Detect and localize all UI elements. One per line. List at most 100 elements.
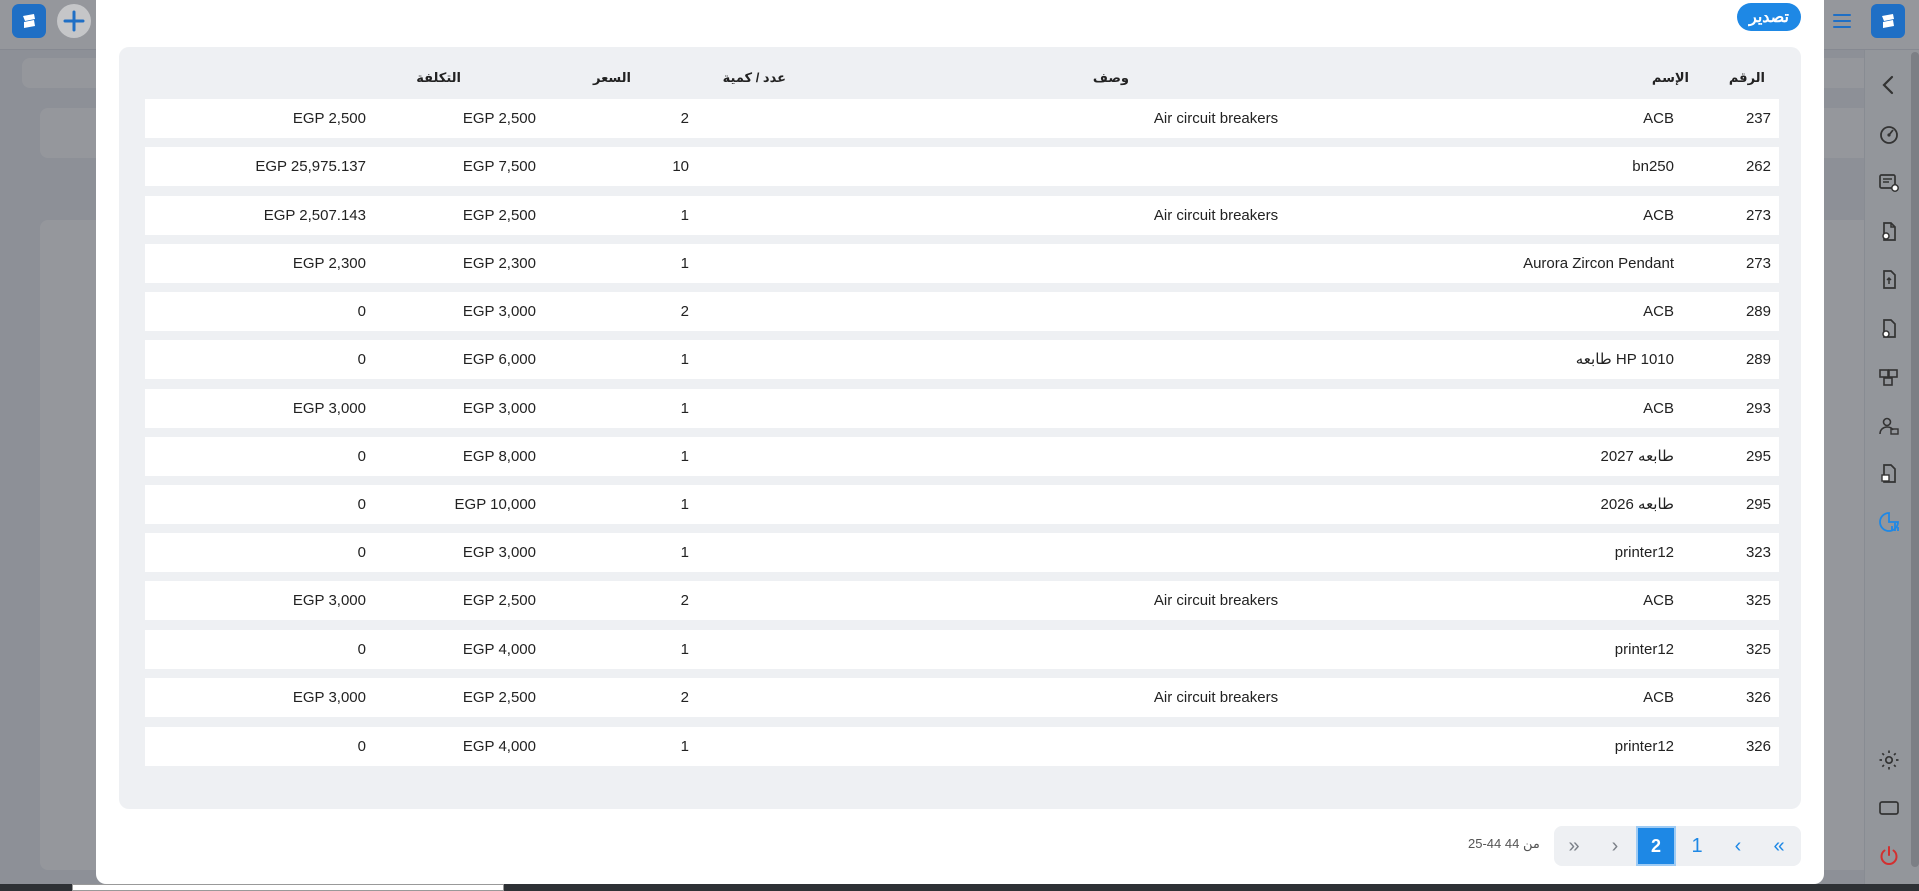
purchase-icon[interactable] — [1872, 457, 1906, 491]
cell-name: ACB — [1643, 689, 1674, 706]
cell-number: 295 — [1745, 496, 1771, 513]
cell-quantity: 2 — [680, 592, 689, 609]
plus-icon[interactable] — [57, 4, 91, 38]
table-row[interactable]: 323 printer12 1 EGP 3,000 0 — [145, 533, 1779, 572]
cell-cost: EGP 2,507.143 — [263, 207, 366, 224]
column-header-name[interactable]: الإسم — [1652, 62, 1689, 94]
power-icon[interactable] — [1872, 839, 1906, 873]
page-2-button[interactable]: 2 — [1636, 826, 1676, 866]
settings-icon[interactable] — [1872, 743, 1906, 777]
cell-name: ACB — [1643, 303, 1674, 320]
app-logo-icon[interactable] — [12, 4, 46, 38]
table-row[interactable]: 293 ACB 1 EGP 3,000 EGP 3,000 — [145, 389, 1779, 428]
cell-number: 326 — [1745, 738, 1771, 755]
page-1-button[interactable]: 1 — [1677, 826, 1717, 866]
cell-cost: 0 — [357, 448, 366, 465]
cell-number: 326 — [1745, 689, 1771, 706]
documents-icon[interactable] — [1872, 215, 1906, 249]
cell-quantity: 1 — [680, 544, 689, 561]
export-button[interactable]: تصدير — [1737, 3, 1801, 31]
cell-quantity: 2 — [680, 303, 689, 320]
cell-description: Air circuit breakers — [1153, 592, 1279, 609]
table-row[interactable]: 273 ACB Air circuit breakers 1 EGP 2,500 EGP … — [145, 196, 1779, 235]
cell-description — [1016, 437, 1416, 476]
dashboard-icon[interactable] — [1872, 118, 1906, 152]
customers-icon[interactable] — [1872, 409, 1906, 443]
returns-icon[interactable] — [1872, 312, 1906, 346]
cell-price: EGP 3,000 — [462, 303, 536, 320]
cell-quantity: 10 — [672, 158, 689, 175]
cell-name: ACB — [1643, 207, 1674, 224]
cell-price: EGP 2,500 — [462, 207, 536, 224]
menu-icon[interactable] — [1831, 10, 1853, 32]
table-row[interactable]: 326 printer12 1 EGP 4,000 0 — [145, 727, 1779, 766]
table-row[interactable]: 262 bn250 10 EGP 7,500 EGP 25,975.137 — [145, 147, 1779, 186]
cell-number: 273 — [1745, 207, 1771, 224]
cell-cost: EGP 3,000 — [292, 592, 366, 609]
inventory-icon[interactable] — [1872, 360, 1906, 394]
cell-price: EGP 4,000 — [462, 641, 536, 658]
next-page-button[interactable]: › — [1595, 826, 1635, 866]
previous-page-button[interactable]: ‹ — [1718, 826, 1758, 866]
cell-price: EGP 2,500 — [462, 110, 536, 127]
chevron-left-icon[interactable] — [1872, 68, 1906, 102]
cell-quantity: 1 — [680, 400, 689, 417]
cell-cost: 0 — [357, 544, 366, 561]
first-page-button[interactable]: « — [1759, 826, 1799, 866]
invoice-icon[interactable] — [1872, 263, 1906, 297]
cell-description — [1016, 533, 1416, 572]
column-header-quantity[interactable]: عدد / كمية — [723, 62, 786, 94]
cell-price: EGP 3,000 — [462, 544, 536, 561]
app-logo-icon[interactable] — [1871, 4, 1905, 38]
last-page-button[interactable]: » — [1554, 826, 1594, 866]
cell-name: ACB — [1643, 400, 1674, 417]
cell-number: 273 — [1745, 255, 1771, 272]
table-row[interactable]: 289 طابعه HP 1010 1 EGP 6,000 0 — [145, 340, 1779, 379]
cell-name: printer12 — [1614, 738, 1674, 755]
cell-description — [1016, 630, 1416, 669]
sales-register-icon[interactable] — [1872, 166, 1906, 200]
cell-price: EGP 6,000 — [462, 351, 536, 368]
cell-name: printer12 — [1614, 641, 1674, 658]
table-row[interactable]: 273 Aurora Zircon Pendant 1 EGP 2,300 EGP 2,… — [145, 244, 1779, 283]
cell-cost: EGP 2,300 — [292, 255, 366, 272]
table-header: الرقم الإسم وصف عدد / كمية السعر التكلفة — [119, 62, 1801, 94]
cell-number: 295 — [1745, 448, 1771, 465]
cell-description — [1016, 292, 1416, 331]
cell-description: Air circuit breakers — [1153, 207, 1279, 224]
table-row[interactable]: 295 طابعه 2026 1 EGP 10,000 0 — [145, 485, 1779, 524]
cell-description — [1016, 340, 1416, 379]
table-row[interactable]: 237 ACB Air circuit breakers 2 EGP 2,500 EGP … — [145, 99, 1779, 138]
column-header-number[interactable]: الرقم — [1729, 62, 1765, 94]
column-header-price[interactable]: السعر — [593, 62, 631, 94]
cell-name: printer12 — [1614, 544, 1674, 561]
table-row[interactable]: 325 ACB Air circuit breakers 2 EGP 2,500 EGP … — [145, 581, 1779, 620]
table-row[interactable]: 295 طابعه 2027 1 EGP 8,000 0 — [145, 437, 1779, 476]
cell-price: EGP 2,500 — [462, 592, 536, 609]
cell-number: 237 — [1745, 110, 1771, 127]
cell-quantity: 1 — [680, 448, 689, 465]
cell-quantity: 1 — [680, 255, 689, 272]
reports-icon[interactable] — [1872, 505, 1906, 539]
column-header-cost[interactable]: التكلفة — [416, 62, 461, 94]
cell-price: EGP 10,000 — [454, 496, 536, 513]
cell-quantity: 1 — [680, 738, 689, 755]
cell-quantity: 1 — [680, 207, 689, 224]
screen-icon[interactable] — [1872, 791, 1906, 825]
cell-number: 289 — [1745, 351, 1771, 368]
table-row[interactable]: 326 ACB Air circuit breakers 2 EGP 2,500 EGP … — [145, 678, 1779, 717]
column-header-description[interactable]: وصف — [1093, 62, 1129, 94]
pagination: » › 2 1 ‹ « — [1554, 826, 1801, 866]
cell-name: ACB — [1643, 592, 1674, 609]
cell-name: bn250 — [1632, 158, 1674, 175]
table-row[interactable]: 325 printer12 1 EGP 4,000 0 — [145, 630, 1779, 669]
cell-description — [1016, 389, 1416, 428]
pagination-range: 25-44 من 44 — [1468, 836, 1540, 851]
cell-price: EGP 4,000 — [462, 738, 536, 755]
cell-number: 293 — [1745, 400, 1771, 417]
cell-number: 323 — [1745, 544, 1771, 561]
cell-quantity: 2 — [680, 689, 689, 706]
cell-cost: 0 — [357, 303, 366, 320]
table-row[interactable]: 289 ACB 2 EGP 3,000 0 — [145, 292, 1779, 331]
bottom-field[interactable] — [72, 884, 504, 891]
